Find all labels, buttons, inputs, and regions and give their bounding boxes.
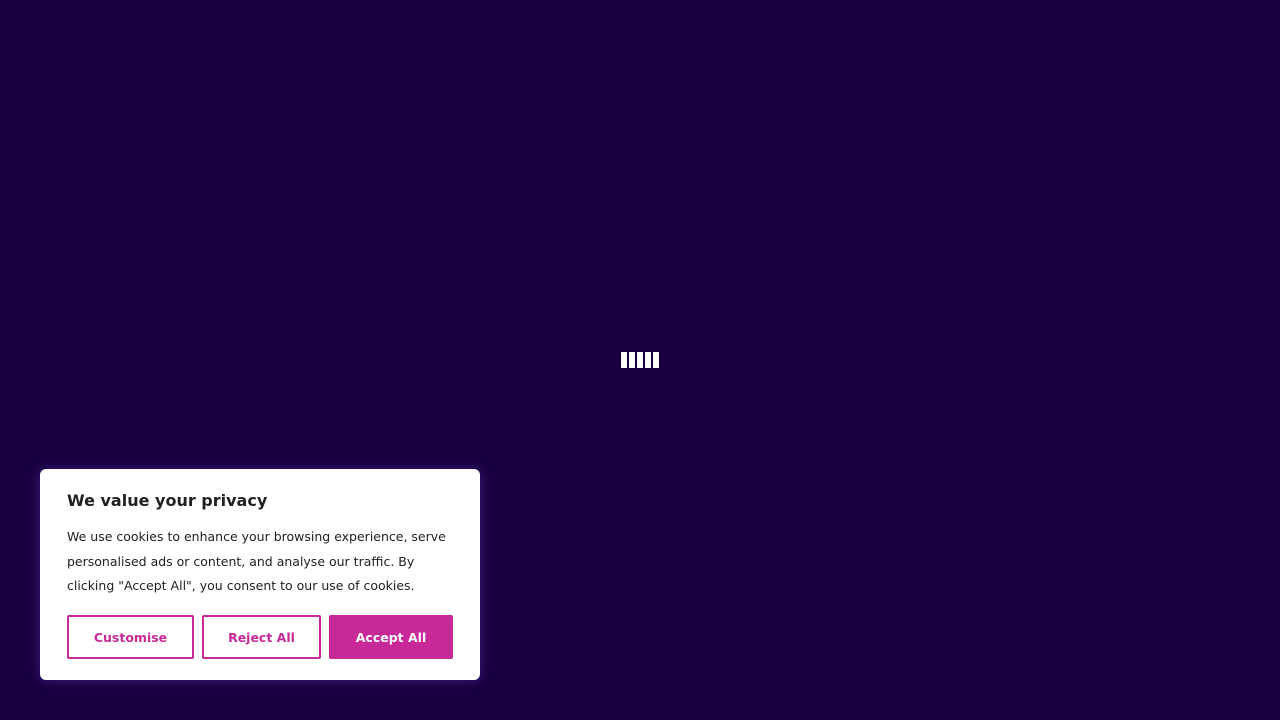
customise-button[interactable]: Customise — [67, 615, 194, 659]
accept-all-button[interactable]: Accept All — [329, 615, 453, 659]
loader-bar — [621, 352, 627, 368]
reject-all-button[interactable]: Reject All — [202, 615, 321, 659]
cookie-banner-description: We use cookies to enhance your browsing … — [67, 529, 446, 593]
loader-bar — [629, 352, 635, 368]
cookie-consent-banner: We value your privacy We use cookies to … — [40, 469, 480, 680]
cookie-banner-title: We value your privacy — [67, 491, 268, 510]
loading-indicator — [621, 352, 659, 368]
loader-bar — [653, 352, 659, 368]
cookie-banner-actions: Customise Reject All Accept All — [67, 615, 453, 659]
loader-bar — [637, 352, 643, 368]
page: We value your privacy We use cookies to … — [0, 0, 1280, 720]
loader-bar — [645, 352, 651, 368]
